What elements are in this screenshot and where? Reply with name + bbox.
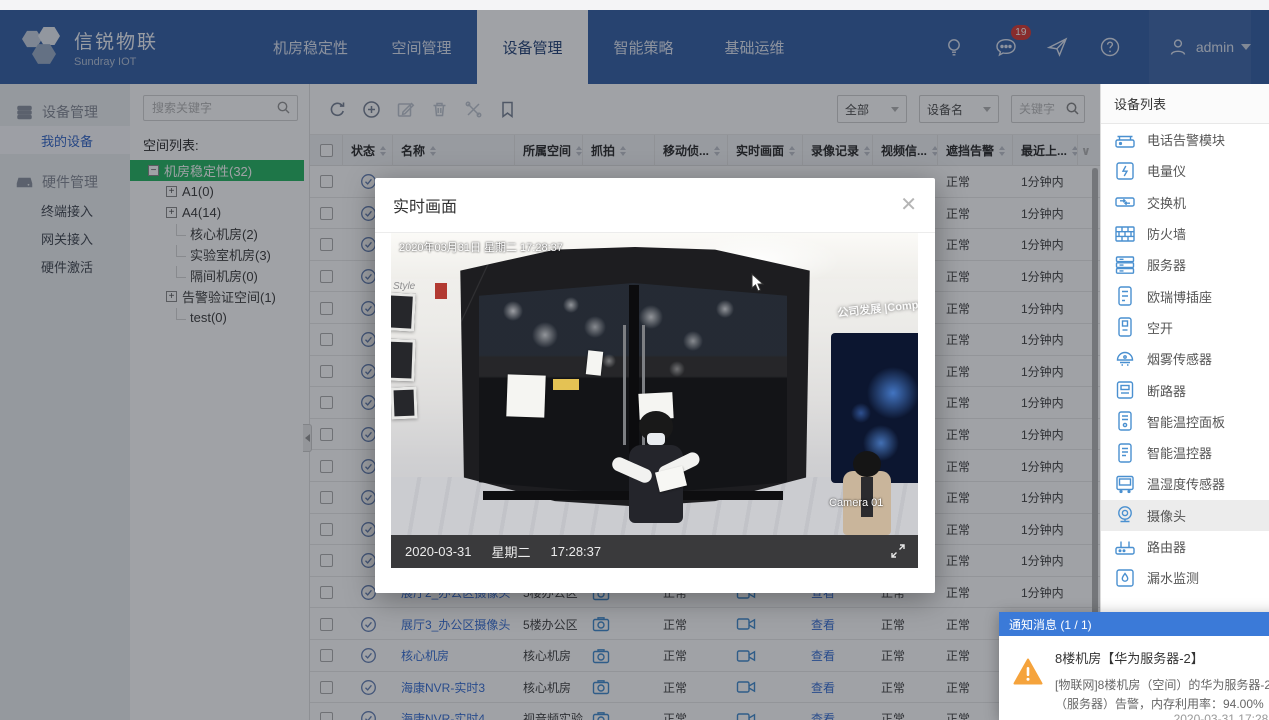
device-type-label: 路由器 [1147, 537, 1186, 556]
device-type-label: 智能温控面板 [1147, 412, 1225, 431]
device-type-label: 欧瑞博插座 [1147, 287, 1212, 306]
device-type-电话告警模块[interactable]: 电话告警模块 [1101, 124, 1269, 155]
notification-panel: 通知消息 (1 / 1) 8楼机房【华为服务器-2】 [物联网]8楼机房（空间）… [999, 612, 1269, 720]
letterbox-strip [0, 0, 1269, 10]
power-meter-icon [1113, 159, 1137, 183]
company-sign: 公司发展 |Company Develop [837, 289, 918, 320]
thermostat-panel-icon [1113, 409, 1137, 433]
alert-body: [物联网]8楼机房（空间）的华为服务器-2（服务器）告警，内存利用率：94.00… [1055, 676, 1269, 713]
router-icon [1113, 535, 1137, 559]
breaker-icon [1113, 378, 1137, 402]
device-type-label: 电话告警模块 [1147, 130, 1225, 149]
device-type-label: 防火墙 [1147, 224, 1186, 243]
device-panel-title: 设备列表 [1101, 84, 1269, 124]
notification-title: 通知消息 (1 / 1) [1009, 616, 1092, 633]
device-type-label: 温湿度传感器 [1147, 474, 1225, 493]
live-view-modal: 实时画面 ✕ Style [375, 178, 935, 593]
video-time: 17:28:37 [551, 544, 602, 559]
firewall-icon [1113, 222, 1137, 246]
mouse-cursor [751, 273, 765, 293]
device-type-智能温控器[interactable]: 智能温控器 [1101, 437, 1269, 468]
device-type-防火墙[interactable]: 防火墙 [1101, 218, 1269, 249]
app-window: 信锐物联 Sundray IOT 机房稳定性空间管理设备管理智能策略基础运维 1… [0, 0, 1269, 720]
switch-icon [1113, 190, 1137, 214]
video-date: 2020-03-31 [405, 544, 472, 559]
device-type-断路器[interactable]: 断路器 [1101, 374, 1269, 405]
device-type-label: 服务器 [1147, 255, 1186, 274]
server-icon [1113, 253, 1137, 277]
device-type-路由器[interactable]: 路由器 [1101, 531, 1269, 562]
phone-alarm-icon [1113, 128, 1137, 152]
device-type-漏水监测[interactable]: 漏水监测 [1101, 562, 1269, 593]
alert-timestamp: 2020-03-31 17:28:37 [1174, 712, 1269, 720]
person-standing [837, 451, 899, 535]
device-type-label: 智能温控器 [1147, 443, 1212, 462]
camera-label: Camera 01 [829, 497, 883, 509]
device-type-烟雾传感器[interactable]: 烟雾传感器 [1101, 343, 1269, 374]
air-switch-icon [1113, 315, 1137, 339]
modal-title: 实时画面 [393, 193, 457, 217]
video-status-bar: 2020-03-31 星期二 17:28:37 [391, 535, 918, 568]
smoke-sensor-icon [1113, 347, 1137, 371]
warning-icon [1013, 658, 1043, 685]
device-type-label: 漏水监测 [1147, 568, 1199, 587]
video-day: 星期二 [492, 542, 531, 561]
video-timestamp: 2020年03月31日 星期二 17:28:37 [399, 239, 563, 255]
device-type-list: 电话告警模块电量仪交换机防火墙服务器欧瑞博插座空开烟雾传感器断路器智能温控面板智… [1101, 124, 1269, 593]
camera-live-view: Style 公司发展 |Company Develop [391, 233, 918, 568]
fire-alarm [435, 283, 447, 299]
device-type-服务器[interactable]: 服务器 [1101, 249, 1269, 280]
device-type-交换机[interactable]: 交换机 [1101, 187, 1269, 218]
thermostat-icon [1113, 441, 1137, 465]
camera-icon [1113, 503, 1137, 527]
device-type-温湿度传感器[interactable]: 温湿度传感器 [1101, 468, 1269, 499]
fullscreen-icon[interactable] [890, 543, 906, 559]
device-type-label: 摄像头 [1147, 506, 1186, 525]
device-type-摄像头[interactable]: 摄像头 [1101, 500, 1269, 531]
device-type-label: 断路器 [1147, 381, 1186, 400]
camera-frame: Style 公司发展 |Company Develop [391, 233, 918, 535]
device-type-label: 电量仪 [1147, 161, 1186, 180]
device-type-label: 烟雾传感器 [1147, 349, 1212, 368]
device-type-电量仪[interactable]: 电量仪 [1101, 155, 1269, 186]
close-icon[interactable]: ✕ [900, 195, 917, 215]
device-type-label: 交换机 [1147, 193, 1186, 212]
person-walking [617, 411, 697, 535]
wall-style-sign: Style [393, 281, 415, 292]
water-leak-icon [1113, 566, 1137, 590]
device-type-欧瑞博插座[interactable]: 欧瑞博插座 [1101, 280, 1269, 311]
temp-humidity-icon [1113, 472, 1137, 496]
device-type-label: 空开 [1147, 318, 1173, 337]
alert-title: 8楼机房【华为服务器-2】 [1055, 648, 1269, 667]
device-type-空开[interactable]: 空开 [1101, 312, 1269, 343]
device-type-智能温控面板[interactable]: 智能温控面板 [1101, 406, 1269, 437]
socket-icon [1113, 284, 1137, 308]
